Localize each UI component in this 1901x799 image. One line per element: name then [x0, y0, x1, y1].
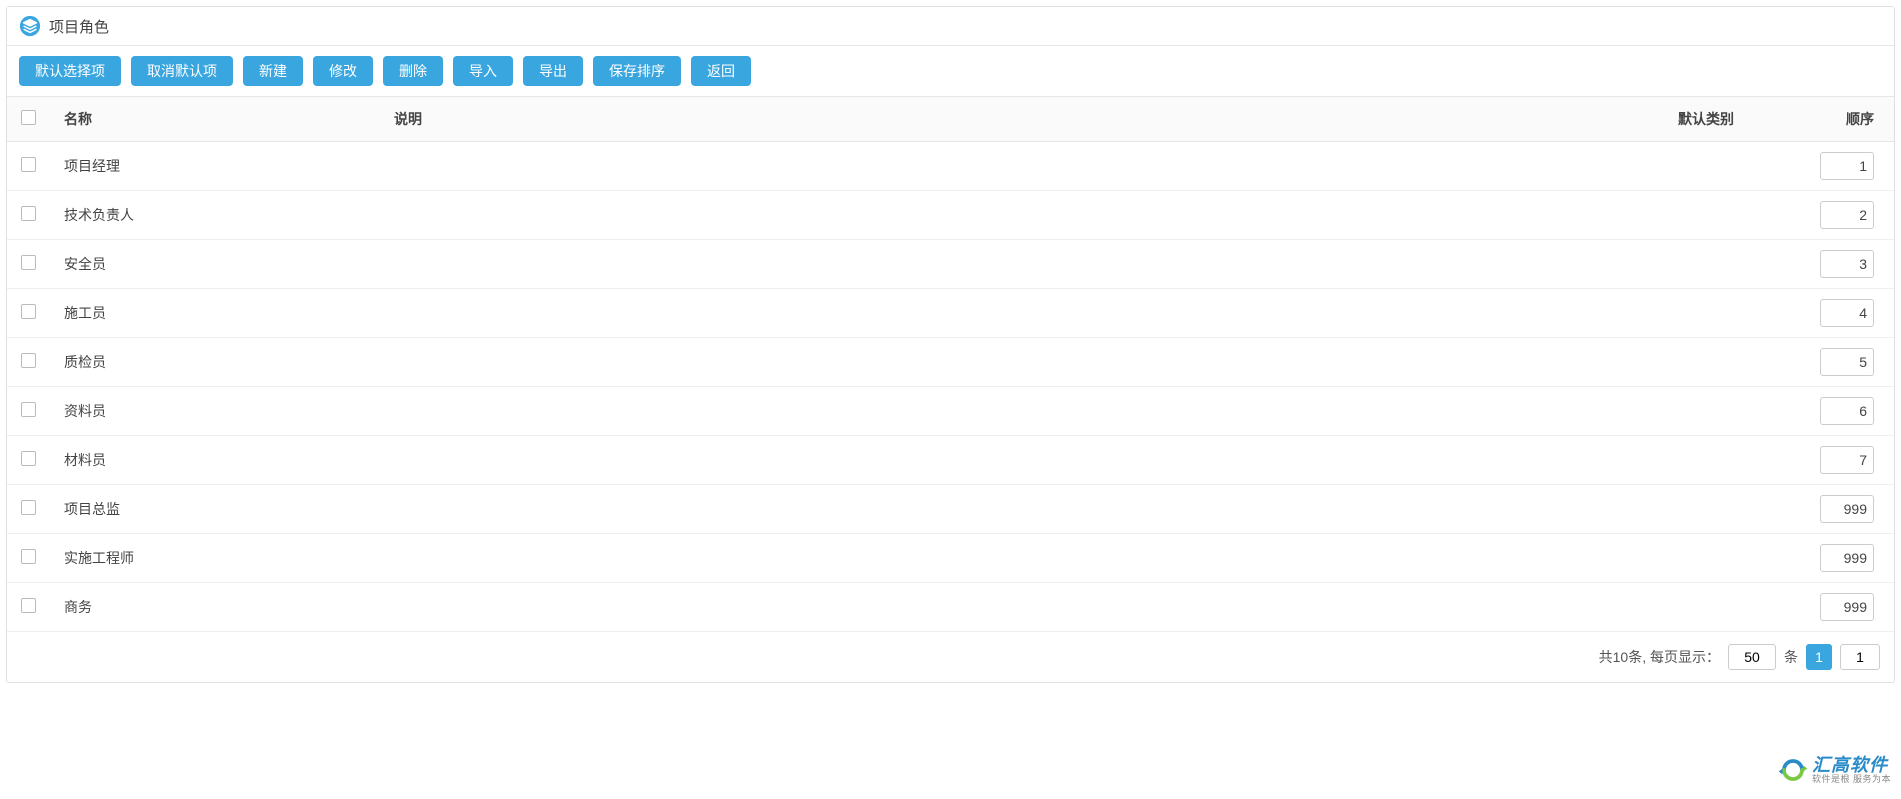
role-name: 安全员: [50, 240, 380, 289]
unit-label: 条: [1784, 647, 1798, 667]
edit-button[interactable]: 修改: [313, 56, 373, 86]
header-name: 名称: [50, 97, 380, 142]
import-button[interactable]: 导入: [453, 56, 513, 86]
role-name: 项目经理: [50, 142, 380, 191]
header-checkbox-cell: [7, 97, 50, 142]
role-name: 实施工程师: [50, 534, 380, 583]
role-name: 材料员: [50, 436, 380, 485]
table-row: 施工员: [7, 289, 1894, 338]
row-checkbox[interactable]: [21, 500, 36, 515]
page-title: 项目角色: [49, 16, 109, 37]
row-checkbox[interactable]: [21, 353, 36, 368]
order-input[interactable]: [1820, 544, 1874, 572]
role-name: 技术负责人: [50, 191, 380, 240]
back-button[interactable]: 返回: [691, 56, 751, 86]
order-input[interactable]: [1820, 250, 1874, 278]
table-row: 材料员: [7, 436, 1894, 485]
table-row: 商务: [7, 583, 1894, 632]
current-page[interactable]: 1: [1806, 644, 1832, 670]
role-desc: [380, 534, 1664, 583]
total-text: 共10条, 每页显示：: [1599, 647, 1720, 667]
row-checkbox[interactable]: [21, 402, 36, 417]
table-row: 项目总监: [7, 485, 1894, 534]
role-default: [1664, 485, 1804, 534]
role-name: 质检员: [50, 338, 380, 387]
select-all-checkbox[interactable]: [21, 110, 36, 125]
table-footer: 共10条, 每页显示： 条 1: [7, 632, 1894, 682]
header-default: 默认类别: [1664, 97, 1804, 142]
role-desc: [380, 583, 1664, 632]
role-table: 名称 说明 默认类别 顺序 项目经理技术负责人安全员施工员质检员资料员材料员项目…: [7, 97, 1894, 632]
table-row: 项目经理: [7, 142, 1894, 191]
role-desc: [380, 240, 1664, 289]
order-input[interactable]: [1820, 446, 1874, 474]
new-button[interactable]: 新建: [243, 56, 303, 86]
header-order: 顺序: [1804, 97, 1894, 142]
row-checkbox[interactable]: [21, 255, 36, 270]
order-input[interactable]: [1820, 593, 1874, 621]
role-default: [1664, 436, 1804, 485]
save-sort-button[interactable]: 保存排序: [593, 56, 681, 86]
role-desc: [380, 289, 1664, 338]
role-desc: [380, 485, 1664, 534]
table-header-row: 名称 说明 默认类别 顺序: [7, 97, 1894, 142]
table-row: 安全员: [7, 240, 1894, 289]
role-desc: [380, 387, 1664, 436]
role-default: [1664, 534, 1804, 583]
order-input[interactable]: [1820, 495, 1874, 523]
table-row: 技术负责人: [7, 191, 1894, 240]
page-size-input[interactable]: [1728, 644, 1776, 670]
cancel-default-button[interactable]: 取消默认项: [131, 56, 233, 86]
project-role-panel: 项目角色 默认选择项 取消默认项 新建 修改 删除 导入 导出 保存排序 返回 …: [6, 6, 1895, 683]
panel-header: 项目角色: [7, 7, 1894, 46]
row-checkbox[interactable]: [21, 549, 36, 564]
watermark-logo-icon: [1778, 755, 1808, 785]
role-default: [1664, 289, 1804, 338]
role-name: 商务: [50, 583, 380, 632]
role-name: 项目总监: [50, 485, 380, 534]
order-input[interactable]: [1820, 299, 1874, 327]
role-name: 施工员: [50, 289, 380, 338]
role-name: 资料员: [50, 387, 380, 436]
export-button[interactable]: 导出: [523, 56, 583, 86]
toolbar: 默认选择项 取消默认项 新建 修改 删除 导入 导出 保存排序 返回: [7, 46, 1894, 97]
role-desc: [380, 338, 1664, 387]
watermark-slogan: 软件是根 服务为本: [1812, 775, 1891, 784]
row-checkbox[interactable]: [21, 206, 36, 221]
row-checkbox[interactable]: [21, 157, 36, 172]
header-desc: 说明: [380, 97, 1664, 142]
role-default: [1664, 583, 1804, 632]
stack-icon: [19, 15, 41, 37]
default-select-button[interactable]: 默认选择项: [19, 56, 121, 86]
delete-button[interactable]: 删除: [383, 56, 443, 86]
goto-page-input[interactable]: [1840, 644, 1880, 670]
role-desc: [380, 142, 1664, 191]
watermark: 汇高软件 软件是根 服务为本: [1778, 755, 1891, 785]
row-checkbox[interactable]: [21, 598, 36, 613]
order-input[interactable]: [1820, 348, 1874, 376]
order-input[interactable]: [1820, 201, 1874, 229]
role-default: [1664, 338, 1804, 387]
role-desc: [380, 436, 1664, 485]
role-desc: [380, 191, 1664, 240]
row-checkbox[interactable]: [21, 304, 36, 319]
row-checkbox[interactable]: [21, 451, 36, 466]
table-row: 实施工程师: [7, 534, 1894, 583]
table-row: 质检员: [7, 338, 1894, 387]
role-default: [1664, 191, 1804, 240]
role-default: [1664, 240, 1804, 289]
order-input[interactable]: [1820, 397, 1874, 425]
role-default: [1664, 387, 1804, 436]
order-input[interactable]: [1820, 152, 1874, 180]
role-default: [1664, 142, 1804, 191]
watermark-brand: 汇高软件: [1812, 756, 1891, 775]
table-row: 资料员: [7, 387, 1894, 436]
